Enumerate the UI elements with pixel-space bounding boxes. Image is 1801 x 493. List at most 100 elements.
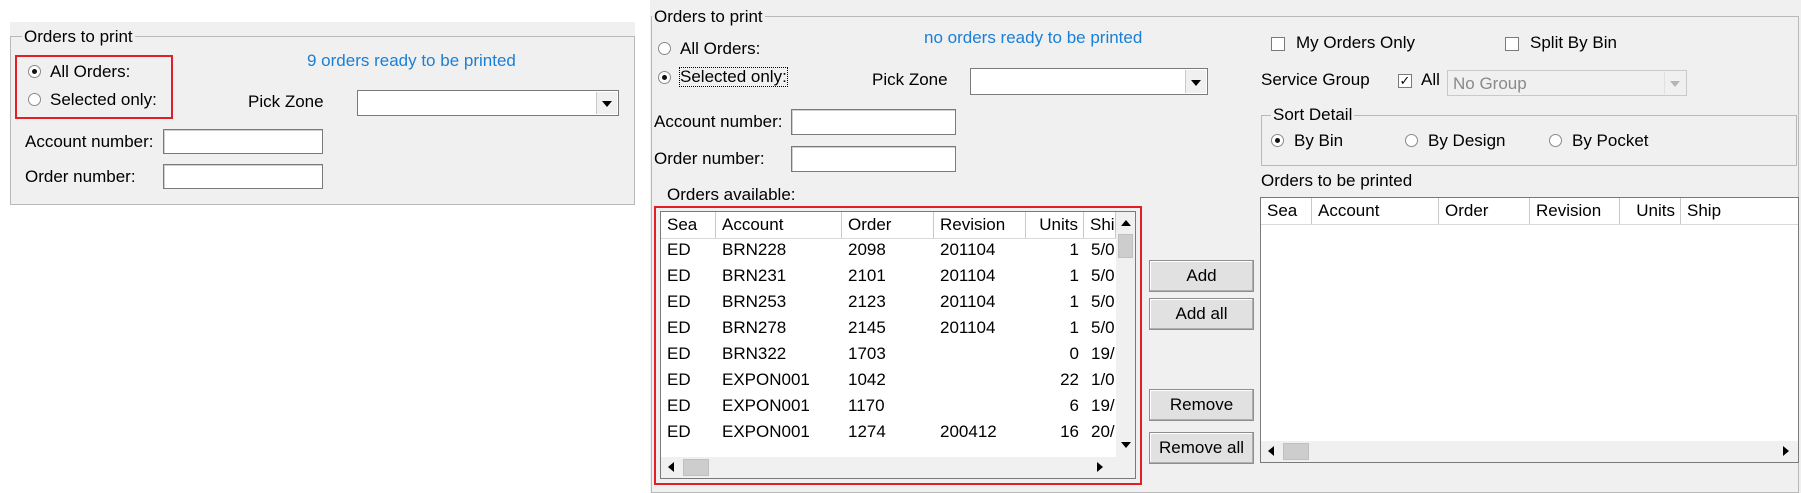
col-header-account[interactable]: Account [716, 212, 842, 238]
right-order-input[interactable] [791, 146, 956, 172]
col-header-sea[interactable]: Sea [661, 212, 716, 238]
left-pick-zone-dropdown[interactable] [596, 92, 617, 114]
cell-account: BRN253 [722, 292, 787, 311]
right-pick-zone-select[interactable] [970, 68, 1208, 95]
col-header-ship-right[interactable]: Ship [1681, 198, 1798, 224]
orders-to-print-hscroll[interactable] [1261, 441, 1798, 462]
hscroll-thumb[interactable] [683, 459, 709, 476]
cell-ship: 1/0 [1091, 370, 1115, 389]
col-header-ship[interactable]: Shi [1084, 212, 1116, 238]
left-radio-all-label[interactable]: All Orders: [50, 62, 130, 82]
table-row[interactable]: ED BRN278 2145 201104 1 5/0 [661, 317, 1116, 339]
hscroll-thumb-right[interactable] [1283, 443, 1309, 460]
table-row[interactable]: ED BRN231 2101 201104 1 5/0 [661, 265, 1116, 287]
left-order-input[interactable] [163, 164, 323, 189]
right-panel: Orders to print All Orders: Selected onl… [650, 0, 1801, 493]
col-header-order[interactable]: Order [842, 212, 934, 238]
table-row[interactable]: ED BRN228 2098 201104 1 5/0 [661, 239, 1116, 261]
sort-by-bin-radio[interactable] [1271, 134, 1284, 147]
sort-detail-title: Sort Detail [1271, 105, 1355, 124]
table-row[interactable]: ED EXPON001 1042 22 1/0 [661, 369, 1116, 391]
right-account-input[interactable] [791, 109, 956, 135]
right-group-title: Orders to print [652, 7, 765, 26]
sort-by-design-radio[interactable] [1405, 134, 1418, 147]
col-header-units[interactable]: Units [1026, 212, 1084, 238]
right-radio-all-label[interactable]: All Orders: [680, 39, 760, 59]
cell-order: 1042 [848, 370, 886, 389]
scroll-down-icon[interactable] [1121, 442, 1131, 448]
remove-button[interactable]: Remove [1149, 389, 1254, 421]
service-group-all-checkbox[interactable]: ✓ [1398, 74, 1412, 88]
scroll-right-icon[interactable] [1783, 446, 1789, 456]
col-header-account-right[interactable]: Account [1312, 198, 1439, 224]
cell-ship: 5/0 [1091, 240, 1115, 259]
right-radio-all[interactable] [658, 42, 671, 55]
add-button[interactable]: Add [1149, 260, 1254, 292]
sort-by-bin-label[interactable]: By Bin [1294, 131, 1343, 151]
sort-by-pocket-radio[interactable] [1549, 134, 1562, 147]
my-orders-only-checkbox[interactable] [1271, 37, 1285, 51]
cell-account: BRN278 [722, 318, 787, 337]
cell-sea: ED [667, 370, 691, 389]
orders-available-hscroll[interactable] [661, 457, 1135, 478]
cell-order: 2145 [848, 318, 886, 337]
cell-account: BRN322 [722, 344, 787, 363]
split-by-bin-label[interactable]: Split By Bin [1530, 33, 1617, 53]
left-panel: Orders to print All Orders: Selected onl… [10, 22, 635, 205]
cell-account: EXPON001 [722, 370, 810, 389]
left-radio-selected-label[interactable]: Selected only: [50, 90, 157, 110]
col-header-revision-right[interactable]: Revision [1530, 198, 1620, 224]
table-row[interactable]: ED EXPON001 1274 200412 16 20/ [661, 421, 1116, 443]
my-orders-only-label[interactable]: My Orders Only [1296, 33, 1415, 53]
cell-account: EXPON001 [722, 396, 810, 415]
left-radio-all[interactable] [28, 65, 41, 78]
right-order-label: Order number: [654, 149, 765, 168]
scroll-left-icon[interactable] [1268, 446, 1274, 456]
cell-sea: ED [667, 266, 691, 285]
left-pick-zone-select[interactable] [357, 90, 619, 116]
sort-by-design-label[interactable]: By Design [1428, 131, 1505, 151]
sort-by-pocket-label[interactable]: By Pocket [1572, 131, 1649, 151]
cell-order: 1274 [848, 422, 886, 441]
left-radio-selected[interactable] [28, 93, 41, 106]
left-account-input[interactable] [163, 129, 323, 154]
cell-order: 2101 [848, 266, 886, 285]
col-header-revision[interactable]: Revision [934, 212, 1026, 238]
cell-units: 1 [1069, 240, 1079, 259]
orders-to-print-list[interactable]: Sea Account Order Revision Units Ship [1260, 197, 1799, 463]
split-by-bin-checkbox[interactable] [1505, 37, 1519, 51]
scroll-right-icon[interactable] [1097, 462, 1103, 472]
right-radio-selected-label[interactable]: Selected only: [679, 67, 788, 87]
orders-available-list[interactable]: Sea Account Order Revision Units Shi ED B… [660, 211, 1136, 479]
cell-order: 2098 [848, 240, 886, 259]
right-pick-zone-dropdown[interactable] [1185, 70, 1206, 93]
right-pick-zone-label: Pick Zone [872, 70, 948, 89]
cell-units: 1 [1069, 292, 1079, 311]
chevron-down-icon [602, 101, 612, 107]
scroll-up-icon[interactable] [1121, 220, 1131, 226]
service-group-all-label[interactable]: All [1421, 70, 1440, 90]
cell-units: 1 [1069, 318, 1079, 337]
col-header-units-right[interactable]: Units [1620, 198, 1681, 224]
table-row[interactable]: ED EXPON001 1170 6 19/ [661, 395, 1116, 417]
cell-revision: 201104 [940, 292, 996, 311]
cell-account: EXPON001 [722, 422, 810, 441]
left-account-label: Account number: [25, 132, 154, 151]
cell-order: 1170 [848, 396, 885, 415]
table-row[interactable]: ED BRN322 1703 0 19/ [661, 343, 1116, 365]
add-all-button[interactable]: Add all [1149, 298, 1254, 330]
right-radio-selected[interactable] [658, 71, 671, 84]
cell-ship: 19/ [1091, 396, 1115, 415]
orders-available-vscroll[interactable] [1116, 212, 1135, 457]
col-header-sea-right[interactable]: Sea [1261, 198, 1312, 224]
cell-order: 2123 [848, 292, 886, 311]
left-order-label: Order number: [25, 167, 136, 186]
left-pick-zone-label: Pick Zone [248, 92, 324, 111]
table-row[interactable]: ED BRN253 2123 201104 1 5/0 [661, 291, 1116, 313]
remove-all-button[interactable]: Remove all [1149, 432, 1254, 464]
scroll-left-icon[interactable] [668, 462, 674, 472]
cell-sea: ED [667, 422, 691, 441]
col-header-order-right[interactable]: Order [1439, 198, 1530, 224]
vscroll-thumb[interactable] [1118, 234, 1133, 258]
service-group-select: No Group [1447, 70, 1687, 96]
